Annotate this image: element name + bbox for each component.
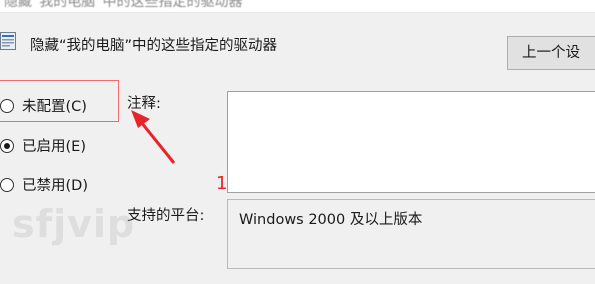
watermark: sfjvip [12,202,136,246]
